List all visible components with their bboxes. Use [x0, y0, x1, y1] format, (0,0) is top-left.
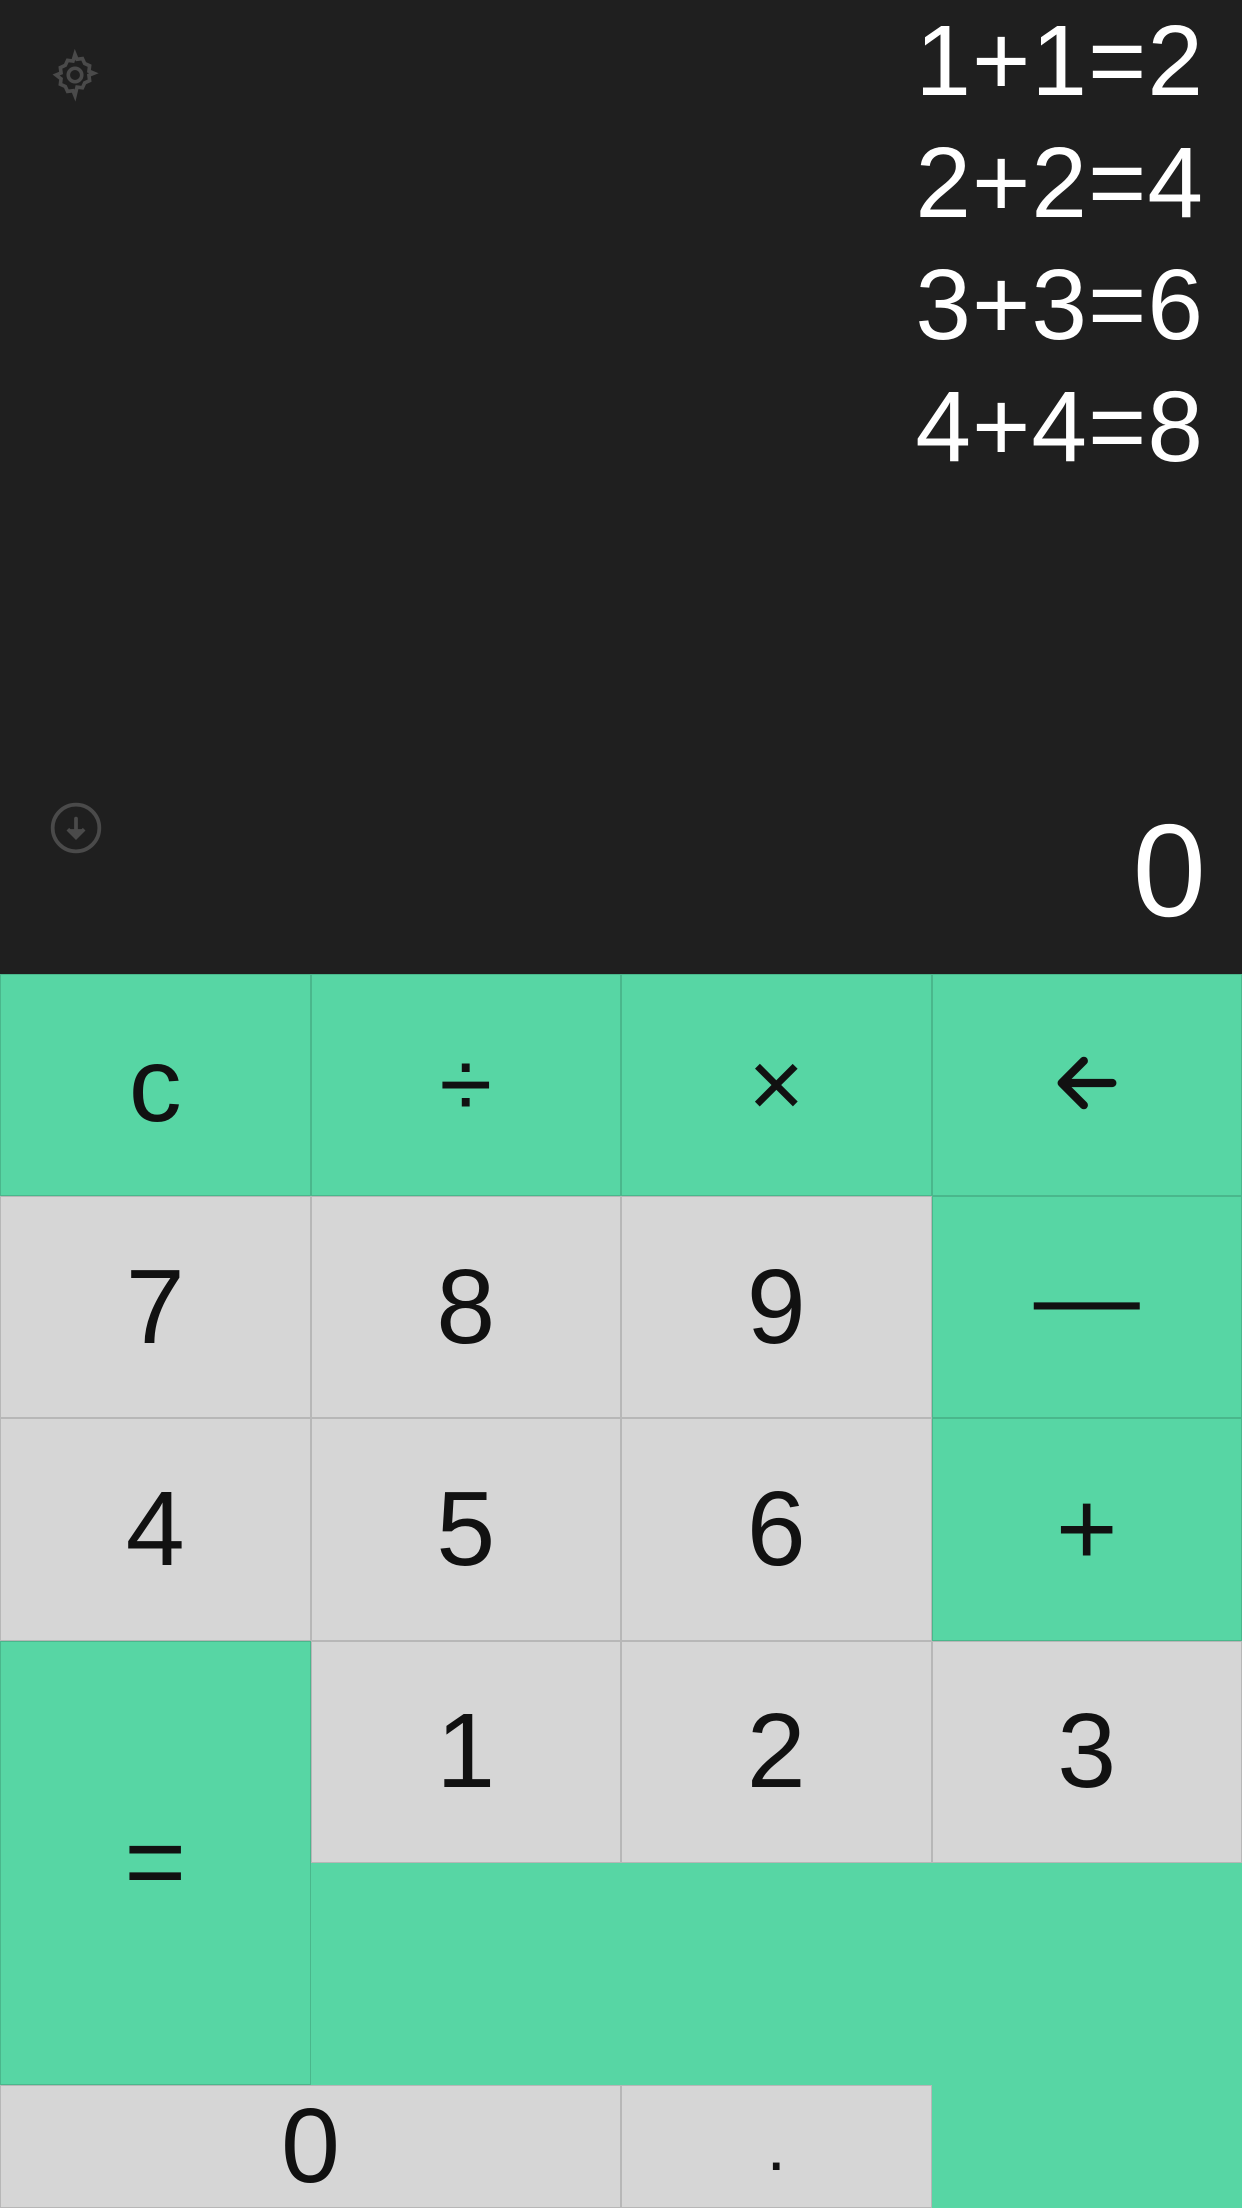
digit-3-button[interactable]: 3 — [932, 1641, 1242, 1863]
digit-9-button[interactable]: 9 — [621, 1196, 932, 1418]
digit-label: 9 — [747, 1247, 806, 1368]
minus-button[interactable]: — — [932, 1196, 1242, 1418]
gear-icon — [48, 89, 102, 106]
arrow-down-circle-icon — [48, 843, 104, 860]
current-value: 0 — [1133, 795, 1206, 946]
decimal-button[interactable]: . — [621, 2085, 932, 2208]
history-list: 1+1=2 2+2=4 3+3=6 4+4=8 — [915, 0, 1204, 488]
history-item[interactable]: 1+1=2 — [915, 0, 1204, 122]
plus-label: + — [1056, 1469, 1118, 1590]
decimal-label: . — [767, 2106, 786, 2186]
divide-label: ÷ — [439, 1030, 492, 1140]
plus-button[interactable]: + — [932, 1418, 1242, 1640]
digit-4-button[interactable]: 4 — [0, 1418, 311, 1640]
digit-2-button[interactable]: 2 — [621, 1641, 932, 1863]
equals-button[interactable]: = — [0, 1641, 311, 2085]
keypad: c ÷ × 7 8 9 — 4 5 6 + 1 2 3 = 0 . — [0, 974, 1242, 2208]
divide-button[interactable]: ÷ — [311, 974, 622, 1196]
digit-1-button[interactable]: 1 — [311, 1641, 622, 1863]
history-item[interactable]: 3+3=6 — [915, 244, 1204, 366]
clear-button[interactable]: c — [0, 974, 311, 1196]
digit-label: 2 — [747, 1691, 806, 1812]
digit-7-button[interactable]: 7 — [0, 1196, 311, 1418]
digit-label: 0 — [281, 2086, 340, 2207]
digit-0-button[interactable]: 0 — [0, 2085, 621, 2208]
multiply-label: × — [748, 1030, 804, 1140]
history-item[interactable]: 4+4=8 — [915, 366, 1204, 488]
settings-button[interactable] — [48, 48, 102, 102]
scroll-down-button[interactable] — [48, 800, 104, 856]
digit-5-button[interactable]: 5 — [311, 1418, 622, 1640]
digit-6-button[interactable]: 6 — [621, 1418, 932, 1640]
digit-label: 6 — [747, 1469, 806, 1590]
minus-label: — — [1034, 1237, 1140, 1358]
digit-label: 7 — [126, 1247, 185, 1368]
clear-label: c — [129, 1025, 182, 1146]
digit-label: 8 — [436, 1247, 495, 1368]
digit-label: 3 — [1057, 1691, 1116, 1812]
equals-label: = — [124, 1802, 186, 1923]
backspace-button[interactable] — [932, 974, 1242, 1196]
calculator-app: 1+1=2 2+2=4 3+3=6 4+4=8 0 c ÷ × 7 8 9 — … — [0, 0, 1242, 2208]
multiply-button[interactable]: × — [621, 974, 932, 1196]
history-item[interactable]: 2+2=4 — [915, 122, 1204, 244]
digit-label: 1 — [436, 1691, 495, 1812]
digit-label: 5 — [436, 1469, 495, 1590]
arrow-left-icon — [1049, 1025, 1125, 1146]
digit-8-button[interactable]: 8 — [311, 1196, 622, 1418]
display-area: 1+1=2 2+2=4 3+3=6 4+4=8 0 — [0, 0, 1242, 974]
digit-label: 4 — [126, 1469, 185, 1590]
